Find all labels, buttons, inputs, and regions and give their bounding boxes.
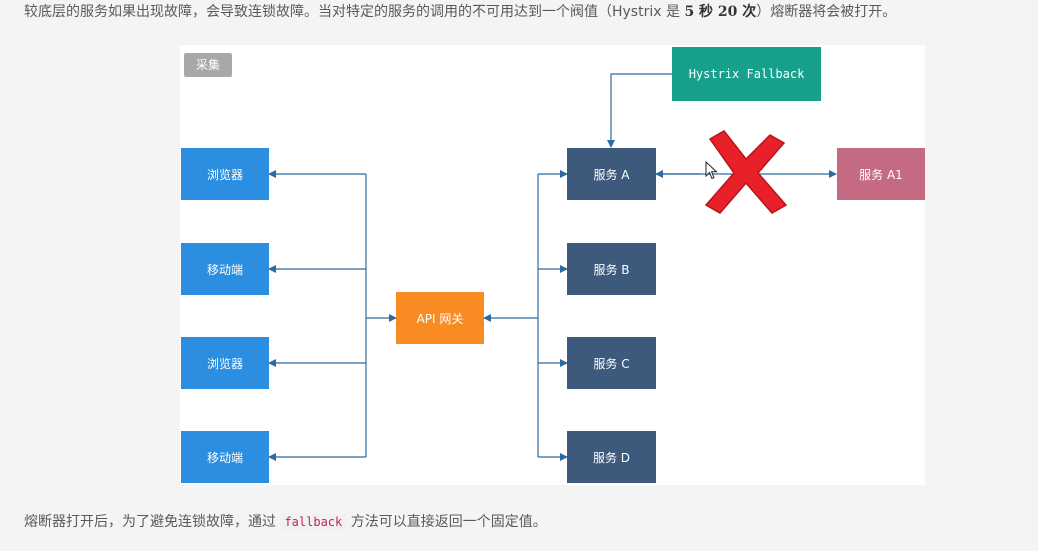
service-a-node: 服务 A (567, 148, 656, 200)
outro-paragraph: 熔断器打开后，为了避免连锁故障，通过 fallback 方法可以直接返回一个固定… (24, 512, 547, 532)
client-browser-1: 浏览器 (181, 148, 269, 200)
service-b-node: 服务 B (567, 243, 656, 295)
intro-text-1: 较底层的服务如果出现故障，会导致连锁故障。当对特定的服务的调用的不可用达到一个阀… (24, 4, 685, 20)
client-mobile-2: 移动端 (181, 431, 269, 483)
service-c-node: 服务 C (567, 337, 656, 389)
diagram-panel: 采集 浏览器 移动端 浏览器 移动端 API 网关 服务 A 服务 B 服务 C… (180, 45, 925, 485)
intro-paragraph: 较底层的服务如果出现故障，会导致连锁故障。当对特定的服务的调用的不可用达到一个阀… (24, 2, 896, 22)
hystrix-fallback-node: Hystrix Fallback (672, 47, 821, 101)
threshold-text: 5 秒 20 次 (684, 4, 757, 20)
mouse-cursor-icon (705, 161, 718, 180)
fallback-code: fallback (280, 514, 347, 530)
client-browser-2: 浏览器 (181, 337, 269, 389)
service-a1-node: 服务 A1 (837, 148, 925, 200)
intro-text-2: ）熔断器将会被打开。 (756, 4, 897, 20)
collect-button[interactable]: 采集 (184, 53, 232, 77)
connector-lines (268, 73, 837, 461)
client-mobile-1: 移动端 (181, 243, 269, 295)
outro-text-2: 方法可以直接返回一个固定值。 (346, 514, 547, 530)
service-d-node: 服务 D (567, 431, 656, 483)
api-gateway-node: API 网关 (396, 292, 484, 344)
outro-text-1: 熔断器打开后，为了避免连锁故障，通过 (24, 514, 281, 530)
